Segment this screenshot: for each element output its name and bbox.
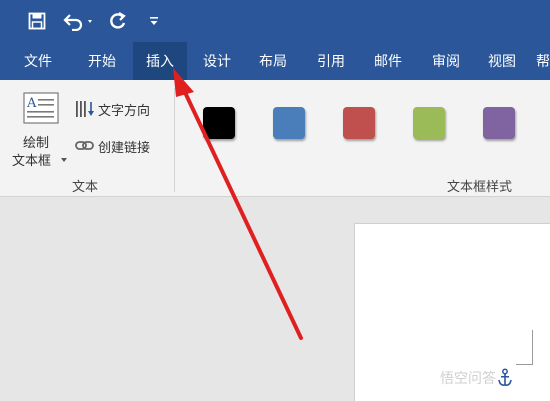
draw-textbox-label-line2: 文本框 <box>12 154 52 169</box>
tab-view[interactable]: 视图 <box>474 42 530 80</box>
tab-file[interactable]: 文件 <box>10 42 66 80</box>
textbox-style-group-label: 文本框样式 <box>447 180 513 195</box>
tab-home[interactable]: 开始 <box>74 42 130 80</box>
tab-help[interactable]: 帮 <box>536 42 550 80</box>
group-separator <box>174 88 175 192</box>
tab-insert[interactable]: 插入 <box>133 42 187 80</box>
customize-qat-button[interactable] <box>146 8 162 34</box>
tab-references[interactable]: 引用 <box>304 42 358 80</box>
tab-layout[interactable]: 布局 <box>246 42 300 80</box>
link-icon <box>75 141 94 150</box>
textbox-icon: A <box>23 92 59 124</box>
quick-access-toolbar <box>0 0 550 42</box>
ribbon-tab-bar: 文件 开始 插入 设计 布局 引用 邮件 审阅 视图 帮 <box>0 42 550 80</box>
textbox-style-swatch-green[interactable] <box>413 107 445 139</box>
undo-button[interactable] <box>60 8 98 34</box>
margin-corner-mark <box>516 330 533 365</box>
tab-review[interactable]: 审阅 <box>418 42 474 80</box>
textbox-style-swatch-red[interactable] <box>343 107 375 139</box>
customize-qat-icon <box>150 17 158 25</box>
textbox-style-swatch-purple[interactable] <box>483 107 515 139</box>
draw-textbox-label-line1: 绘制 <box>23 136 50 151</box>
undo-icon <box>63 14 92 31</box>
text-group-label: 文本 <box>72 180 99 195</box>
create-link-label: 创建链接 <box>98 140 151 156</box>
chevron-down-icon <box>61 158 67 162</box>
save-button[interactable] <box>24 8 50 34</box>
textbox-style-swatch-blue[interactable] <box>273 107 305 139</box>
create-link-button[interactable]: 创建链接 <box>74 135 150 157</box>
anchor-icon <box>498 368 512 386</box>
save-icon <box>28 12 46 30</box>
redo-icon <box>110 12 126 29</box>
text-direction-icon <box>76 101 94 117</box>
svg-text:A: A <box>26 96 37 111</box>
watermark-text: 悟空问答 <box>440 371 496 387</box>
tab-mailings[interactable]: 邮件 <box>360 42 416 80</box>
text-direction-button[interactable]: 文字方向 <box>74 98 150 120</box>
tab-design[interactable]: 设计 <box>190 42 244 80</box>
text-direction-label: 文字方向 <box>98 103 151 119</box>
textbox-style-swatch-black[interactable] <box>203 107 235 139</box>
draw-textbox-button[interactable]: A 绘制 文本框 <box>10 88 70 170</box>
redo-button[interactable] <box>106 8 130 34</box>
